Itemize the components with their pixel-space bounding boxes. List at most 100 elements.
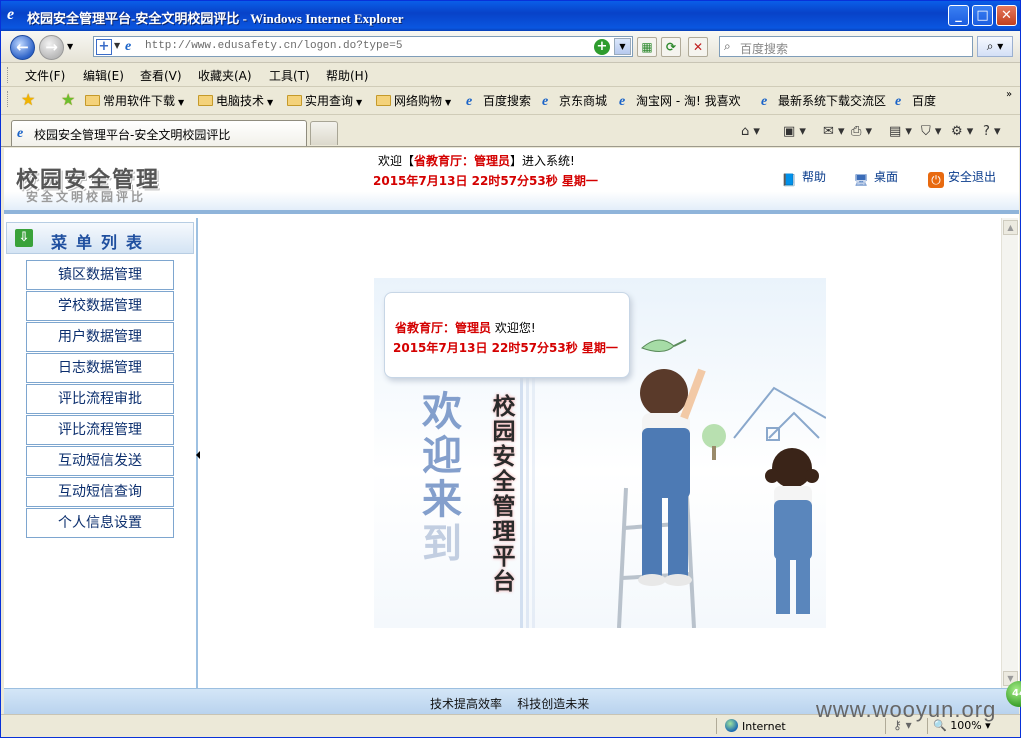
close-button[interactable]: ✕ <box>996 5 1017 26</box>
fav-label: 淘宝网 - 淘! 我喜欢 <box>636 94 741 108</box>
fav-folder-query[interactable]: 实用查询 ▼ <box>287 92 362 110</box>
maximize-button[interactable]: □ <box>972 5 993 26</box>
main-frame: 省教育厅：管理员 欢迎您! 2015年7月13日 22时57分53秒 星期一 欢… <box>200 218 1018 688</box>
desktop-label: 桌面 <box>874 170 899 184</box>
folder-icon <box>287 95 302 106</box>
menu-tools[interactable]: 工具(T) <box>269 67 310 84</box>
history-dropdown-icon[interactable]: ▼ <box>67 42 73 51</box>
menu-bar: 文件(F) 编辑(E) 查看(V) 收藏夹(A) 工具(T) 帮助(H) <box>1 63 1020 87</box>
search-button[interactable]: ⌕ ▾ <box>977 36 1013 57</box>
address-input[interactable]: http://www.edusafety.cn/logon.do?type=5 <box>145 40 402 52</box>
menu-favorites[interactable]: 收藏夹(A) <box>198 67 252 84</box>
welcome-suffix: 】进入系统! <box>510 154 575 168</box>
globe-icon <box>725 719 738 732</box>
more-favorites-icon[interactable]: » <box>1006 89 1012 100</box>
menu-edit[interactable]: 编辑(E) <box>83 67 124 84</box>
bird-drawing <box>641 339 687 352</box>
sidebar-item-profile-settings[interactable]: 个人信息设置 <box>26 508 174 538</box>
safety-icon[interactable]: ⛉ ▾ <box>921 123 941 141</box>
page-menu-icon[interactable]: ▤ ▾ <box>889 123 912 141</box>
menu-header: ⇩ 菜单列表 <box>6 222 194 254</box>
fav-folder-software[interactable]: 常用软件下载 ▼ <box>85 92 184 110</box>
ie-window: e 校园安全管理平台-安全文明校园评比 - Windows Internet E… <box>0 0 1021 738</box>
menu-file[interactable]: 文件(F) <box>25 67 65 84</box>
fav-label: 网络购物 <box>394 94 443 108</box>
sidebar-item-review-management[interactable]: 评比流程管理 <box>26 415 174 445</box>
back-button[interactable]: ← <box>10 35 35 60</box>
help-icon[interactable]: ? ▾ <box>983 123 1001 141</box>
sidebar-item-town-data[interactable]: 镇区数据管理 <box>26 260 174 290</box>
security-zone[interactable]: Internet <box>725 719 786 733</box>
tools-gear-icon[interactable]: ⚙ ▾ <box>951 123 973 141</box>
home-icon[interactable]: ⌂ ▾ <box>741 123 760 141</box>
status-separator <box>716 718 717 734</box>
desktop-link[interactable]: 🖥 桌面 <box>852 168 898 188</box>
toolbar-grip[interactable] <box>7 91 10 107</box>
fav-system-download[interactable]: e 最新系统下载交流区 <box>761 92 886 110</box>
print-icon[interactable]: ⎙ ▾ <box>851 123 872 141</box>
ie-page-icon: e <box>619 94 626 109</box>
stop-icon[interactable]: ✕ <box>688 37 708 57</box>
search-input[interactable]: 百度搜索 <box>740 40 788 57</box>
favorites-bar: ★ ★ 常用软件下载 ▼ 电脑技术 ▼ 实用查询 ▼ 网络购物 ▼ e 百度搜索 e 京东商… <box>1 87 1020 115</box>
sidebar-item-sms-query[interactable]: 互动短信查询 <box>26 477 174 507</box>
girl-figure <box>765 448 819 614</box>
toolbar-grip[interactable] <box>7 67 10 83</box>
chevron-down-icon[interactable]: ▼ <box>114 41 120 50</box>
page-header: 校园安全管理 安全文明校园评比 欢迎【省教育厅：管理员】进入系统! 2015年7… <box>4 148 1019 214</box>
minimize-button[interactable]: _ <box>948 5 969 26</box>
menu-view[interactable]: 查看(V) <box>140 67 182 84</box>
fav-folder-tech[interactable]: 电脑技术 ▼ <box>198 92 273 110</box>
favorites-star-icon[interactable]: ★ <box>21 92 35 108</box>
fav-baidu[interactable]: e 百度 <box>895 92 936 110</box>
fav-label: 电脑技术 <box>216 94 265 108</box>
navigation-bar: ← → ▼ + ▼ e http://www.edusafety.cn/logo… <box>1 31 1020 63</box>
vertical-scrollbar[interactable]: ▲ ▼ <box>1001 218 1018 688</box>
watermark: www.wooyun.org <box>816 697 997 722</box>
children-illustration <box>617 339 826 628</box>
fav-label: 百度搜索 <box>483 94 532 108</box>
sidebar-item-review-approval[interactable]: 评比流程审批 <box>26 384 174 414</box>
folder-icon <box>85 95 100 106</box>
help-link[interactable]: 📘 帮助 <box>780 168 827 188</box>
help-book-icon: 📘 <box>781 173 797 187</box>
logout-icon: ⏻ <box>928 172 944 188</box>
sidebar-item-log-data[interactable]: 日志数据管理 <box>26 353 174 383</box>
ie-page-icon: e <box>17 126 24 141</box>
ie-page-icon: e <box>542 94 549 109</box>
folder-icon <box>198 95 213 106</box>
search-box[interactable]: ⌕ 百度搜索 <box>719 36 973 57</box>
new-page-icon[interactable]: + <box>96 39 112 55</box>
fav-label: 百度 <box>912 94 937 108</box>
address-dropdown-icon[interactable]: ▼ <box>614 38 631 55</box>
desktop-icon: 🖥 <box>853 173 869 187</box>
menu-help[interactable]: 帮助(H) <box>326 67 368 84</box>
go-icon[interactable]: + <box>594 39 610 55</box>
arrow-down-icon: ⇩ <box>15 229 33 247</box>
feeds-icon[interactable]: ▣ ▾ <box>783 123 806 141</box>
sidebar-item-school-data[interactable]: 学校数据管理 <box>26 291 174 321</box>
sidebar-item-sms-send[interactable]: 互动短信发送 <box>26 446 174 476</box>
fav-jd[interactable]: e 京东商城 <box>542 92 607 110</box>
fav-baidu-search[interactable]: e 百度搜索 <box>466 92 531 110</box>
logout-label: 安全退出 <box>948 170 997 184</box>
add-favorite-icon[interactable]: ★ <box>61 92 75 108</box>
page-icon: e <box>125 39 132 54</box>
compatibility-icon[interactable]: ▦ <box>637 37 657 57</box>
scroll-up-icon[interactable]: ▲ <box>1003 220 1018 235</box>
fav-taobao[interactable]: e 淘宝网 - 淘! 我喜欢 <box>619 92 741 110</box>
new-tab-button[interactable] <box>310 121 338 145</box>
zone-label: Internet <box>742 720 786 733</box>
logout-link[interactable]: ⏻ 安全退出 <box>928 168 996 188</box>
fav-folder-shopping[interactable]: 网络购物 ▼ <box>376 92 451 110</box>
forward-button[interactable]: → <box>39 35 64 60</box>
fav-label: 最新系统下载交流区 <box>778 94 887 108</box>
sidebar: ⇩ 菜单列表 镇区数据管理 学校数据管理 用户数据管理 日志数据管理 评比流程审… <box>4 218 198 688</box>
address-bar[interactable]: + ▼ e http://www.edusafety.cn/logon.do?t… <box>93 36 633 57</box>
tab-current[interactable]: e 校园安全管理平台-安全文明校园评比 <box>11 120 307 146</box>
search-icon: ⌕ <box>724 39 731 53</box>
sidebar-item-user-data[interactable]: 用户数据管理 <box>26 322 174 352</box>
mail-icon[interactable]: ✉ ▾ <box>823 123 845 141</box>
refresh-icon[interactable]: ⟳ <box>661 37 681 57</box>
page-content: 校园安全管理 安全文明校园评比 欢迎【省教育厅：管理员】进入系统! 2015年7… <box>4 148 1019 714</box>
